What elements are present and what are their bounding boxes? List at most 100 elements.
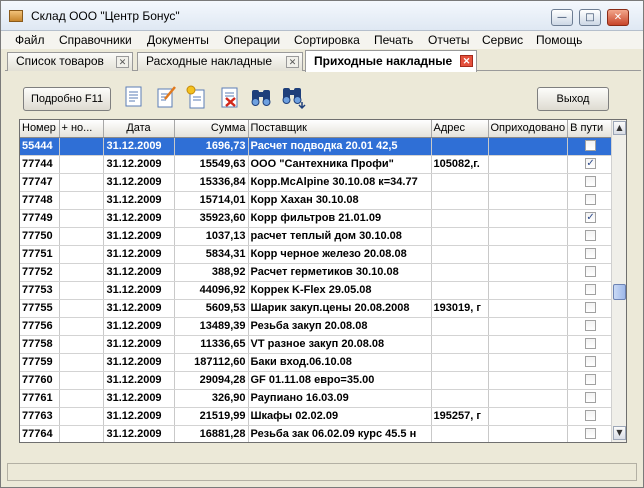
checkbox-icon[interactable] xyxy=(585,283,597,295)
tab-incoming-invoices[interactable]: Приходные накладные ✕ xyxy=(305,50,477,72)
scroll-thumb[interactable] xyxy=(613,284,626,300)
column-header-date[interactable]: Дата xyxy=(103,120,175,138)
table-row[interactable]: 77751 31.12.2009 5834,31 Корр черное железо… xyxy=(20,245,615,264)
incoming-invoices-grid[interactable]: Номер + но... Дата Сумма Поставщик Адрес… xyxy=(19,119,627,443)
find-next-icon[interactable] xyxy=(281,84,307,110)
cell-number: 77756 xyxy=(20,317,60,336)
table-row[interactable]: 55444 31.12.2009 1696,73 Расчет подводка 20… xyxy=(20,137,615,156)
column-header-supplier[interactable]: Поставщик xyxy=(248,120,432,138)
cell-extra xyxy=(59,227,104,246)
table-row[interactable]: 77749 31.12.2009 35923,60 Корр фильтров 21.… xyxy=(20,209,615,228)
menu-documents[interactable]: Документы xyxy=(147,33,209,47)
cell-address xyxy=(431,371,489,390)
maximize-button[interactable]: □ xyxy=(579,9,601,26)
checkbox-icon[interactable] xyxy=(585,319,597,331)
checkbox-icon[interactable] xyxy=(585,175,597,187)
close-window-button[interactable]: ✕ xyxy=(607,9,629,26)
find-icon[interactable] xyxy=(249,84,275,110)
document-icon[interactable] xyxy=(123,84,145,110)
cell-received xyxy=(488,353,569,372)
menu-help[interactable]: Помощь xyxy=(536,33,582,47)
invoices-table: Номер + но... Дата Сумма Поставщик Адрес… xyxy=(20,120,615,442)
title-bar[interactable]: Склад ООО "Центр Бонус" — □ ✕ xyxy=(1,1,643,31)
table-row[interactable]: 77764 31.12.2009 16881,28 Резьба зак 06.02.… xyxy=(20,425,615,442)
cell-received xyxy=(488,245,569,264)
cell-date: 31.12.2009 xyxy=(103,155,175,174)
menu-references[interactable]: Справочники xyxy=(59,33,132,47)
checkbox-icon[interactable] xyxy=(585,247,597,259)
checkbox-icon[interactable] xyxy=(585,355,597,367)
tab-outgoing-invoices[interactable]: Расходные накладные ✕ xyxy=(137,52,303,71)
table-row[interactable]: 77752 31.12.2009 388,92 Расчет герметиков 3… xyxy=(20,263,615,282)
column-header-received[interactable]: Оприходовано xyxy=(488,120,569,138)
cell-received xyxy=(488,407,569,426)
scroll-down-arrow-icon[interactable]: ▼ xyxy=(613,426,626,440)
table-row[interactable]: 77748 31.12.2009 15714,01 Корр Хахан 30.10.… xyxy=(20,191,615,210)
minimize-button[interactable]: — xyxy=(551,9,573,26)
checkbox-icon[interactable] xyxy=(585,409,597,421)
table-row[interactable]: 77760 31.12.2009 29094,28 GF 01.11.08 евро=… xyxy=(20,371,615,390)
checkbox-icon[interactable] xyxy=(585,229,597,241)
details-button[interactable]: Подробно F11 xyxy=(23,87,111,111)
menu-bar: Файл Справочники Документы Операции Сорт… xyxy=(1,31,643,49)
table-row[interactable]: 77759 31.12.2009 187112,60 Баки вход.06.10.… xyxy=(20,353,615,372)
table-row[interactable]: 77763 31.12.2009 21519,99 Шкафы 02.02.09 195… xyxy=(20,407,615,426)
table-row[interactable]: 77744 31.12.2009 15549,63 ООО "Сантехника П… xyxy=(20,155,615,174)
cell-sum: 13489,39 xyxy=(174,317,249,336)
column-header-number[interactable]: Номер xyxy=(20,120,60,138)
cell-address xyxy=(431,227,489,246)
table-row[interactable]: 77747 31.12.2009 15336,84 Корр.McAlpine 30.… xyxy=(20,173,615,192)
cell-received xyxy=(488,425,569,442)
table-row[interactable]: 77750 31.12.2009 1037,13 расчет теплый дом … xyxy=(20,227,615,246)
column-header-sum[interactable]: Сумма xyxy=(174,120,249,138)
new-document-icon[interactable] xyxy=(185,84,207,110)
cell-number: 77753 xyxy=(20,281,60,300)
menu-file[interactable]: Файл xyxy=(15,33,45,47)
table-row[interactable]: 77756 31.12.2009 13489,39 Резьба закуп 20.0… xyxy=(20,317,615,336)
tab-products-list[interactable]: Список товаров ✕ xyxy=(7,52,133,71)
checkbox-icon[interactable] xyxy=(585,301,597,313)
column-header-address[interactable]: Адрес xyxy=(431,120,489,138)
table-row[interactable]: 77753 31.12.2009 44096,92 Коррек K-Flex 29.… xyxy=(20,281,615,300)
vertical-scrollbar[interactable]: ▲ ▼ xyxy=(611,120,626,442)
checkbox-icon[interactable] xyxy=(585,427,597,439)
cell-received xyxy=(488,155,569,174)
scroll-up-arrow-icon[interactable]: ▲ xyxy=(613,121,626,135)
delete-document-icon[interactable] xyxy=(219,84,241,110)
exit-button[interactable]: Выход xyxy=(537,87,609,111)
cell-date: 31.12.2009 xyxy=(103,425,175,442)
checkbox-icon[interactable] xyxy=(585,391,597,403)
checkbox-icon[interactable] xyxy=(585,193,597,205)
cell-address xyxy=(431,209,489,228)
checkbox-icon[interactable] xyxy=(585,139,597,151)
edit-document-icon[interactable] xyxy=(155,84,177,110)
cell-in-transit xyxy=(567,173,615,192)
cell-received xyxy=(488,191,569,210)
cell-extra xyxy=(59,155,104,174)
table-row[interactable]: 77758 31.12.2009 11336,65 VT разное закуп 2… xyxy=(20,335,615,354)
checked-checkbox-icon[interactable]: ✓ xyxy=(585,211,597,223)
column-header-extra[interactable]: + но... xyxy=(59,120,104,138)
checkbox-icon[interactable] xyxy=(585,337,597,349)
tab-close-icon[interactable]: ✕ xyxy=(286,56,299,68)
menu-service[interactable]: Сервис xyxy=(482,33,523,47)
tab-close-icon[interactable]: ✕ xyxy=(116,56,129,68)
cell-sum: 15549,63 xyxy=(174,155,249,174)
menu-operations[interactable]: Операции xyxy=(224,33,280,47)
cell-number: 77763 xyxy=(20,407,60,426)
table-row[interactable]: 77755 31.12.2009 5609,53 Шарик закуп.цены 2… xyxy=(20,299,615,318)
cell-address xyxy=(431,245,489,264)
cell-date: 31.12.2009 xyxy=(103,173,175,192)
checkbox-icon[interactable] xyxy=(585,265,597,277)
cell-in-transit xyxy=(567,263,615,282)
checked-checkbox-icon[interactable]: ✓ xyxy=(585,157,597,169)
menu-reports[interactable]: Отчеты xyxy=(428,33,469,47)
menu-sorting[interactable]: Сортировка xyxy=(294,33,360,47)
cell-supplier: Корр Хахан 30.10.08 xyxy=(248,191,432,210)
tab-close-icon[interactable]: ✕ xyxy=(460,55,473,67)
column-header-in-transit[interactable]: В пути xyxy=(567,120,615,138)
menu-print[interactable]: Печать xyxy=(374,33,413,47)
cell-number: 77744 xyxy=(20,155,60,174)
checkbox-icon[interactable] xyxy=(585,373,597,385)
table-row[interactable]: 77761 31.12.2009 326,90 Раупиано 16.03.09 xyxy=(20,389,615,408)
